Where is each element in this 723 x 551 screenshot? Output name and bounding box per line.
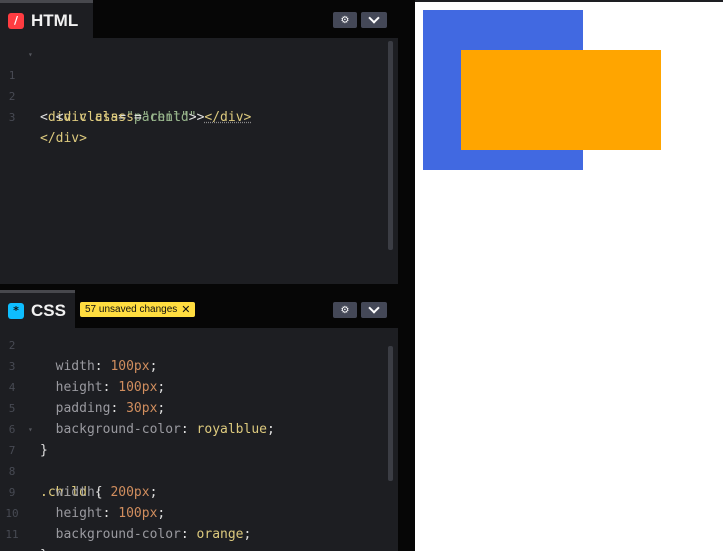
code-line: 5 background-color: royalblue; xyxy=(0,377,398,437)
preview-child-box xyxy=(461,50,661,150)
code-line: 2 width: 100px; xyxy=(0,328,398,374)
tab-css-label: CSS xyxy=(31,300,66,320)
css-editor-header: * CSS 57 unsaved changes ✕ ⚙ xyxy=(0,290,398,328)
css-scrollbar[interactable] xyxy=(388,346,393,481)
tab-html[interactable]: / HTML xyxy=(0,0,93,38)
chevron-down-icon xyxy=(368,302,380,314)
html-editor-header: / HTML ⚙ xyxy=(0,0,398,38)
fold-arrow-icon[interactable]: ▾ xyxy=(28,44,33,65)
fold-arrow-icon[interactable]: ▾ xyxy=(28,419,33,440)
close-icon[interactable]: ✕ xyxy=(181,303,190,316)
code-line: 6 } xyxy=(0,398,398,458)
code-line: 9 height: 100px; xyxy=(0,461,398,521)
preview-parent-box xyxy=(423,10,661,170)
unsaved-changes-label: 57 unsaved changes xyxy=(85,304,178,315)
html-collapse-button[interactable] xyxy=(361,12,387,28)
result-preview xyxy=(415,0,723,551)
code-line: 7 ▾ .child { xyxy=(0,419,398,500)
code-line: 3 </div> xyxy=(0,86,398,146)
unsaved-changes-badge[interactable]: 57 unsaved changes ✕ xyxy=(80,302,195,317)
code-text: <div class="child"></div> xyxy=(55,110,252,125)
line-number: 3 xyxy=(8,111,16,124)
css-collapse-button[interactable] xyxy=(361,302,387,318)
html-icon: / xyxy=(8,12,24,29)
code-text: </div> xyxy=(40,131,87,146)
code-line: 1 ▾ <div class="parent"> xyxy=(0,44,398,125)
code-text: } xyxy=(40,545,48,551)
chevron-down-icon xyxy=(368,12,380,24)
preview-resizer[interactable] xyxy=(398,0,415,551)
html-scrollbar[interactable] xyxy=(388,41,393,250)
html-settings-button[interactable]: ⚙ xyxy=(333,12,357,28)
tab-css[interactable]: * CSS xyxy=(0,290,75,328)
code-text: background-color: orange; xyxy=(55,527,252,542)
css-settings-button[interactable]: ⚙ xyxy=(333,302,357,318)
gear-icon: ⚙ xyxy=(340,14,350,26)
code-line: 11 } xyxy=(0,503,398,551)
editor-column: / HTML ⚙ 1 ▾ <div class="parent"> 2 <div… xyxy=(0,0,398,551)
code-line: 2 <div class="child"></div> xyxy=(0,65,398,125)
css-icon: * xyxy=(8,302,24,319)
codepen-editor: / HTML ⚙ 1 ▾ <div class="parent"> 2 <div… xyxy=(0,0,723,551)
tab-html-label: HTML xyxy=(31,10,79,30)
code-line: 3 height: 100px; xyxy=(0,335,398,395)
code-line: 10 background-color: orange; xyxy=(0,482,398,542)
line-number: 11 xyxy=(5,528,19,541)
code-line: 4 padding: 30px; xyxy=(0,356,398,416)
html-code-area[interactable]: 1 ▾ <div class="parent"> 2 <div class="c… xyxy=(0,38,398,284)
css-code-area[interactable]: 2 width: 100px; 3 height: 100px; 4 paddi… xyxy=(0,328,398,551)
gear-icon: ⚙ xyxy=(340,304,350,316)
code-line: 8 width: 200px; xyxy=(0,440,398,500)
